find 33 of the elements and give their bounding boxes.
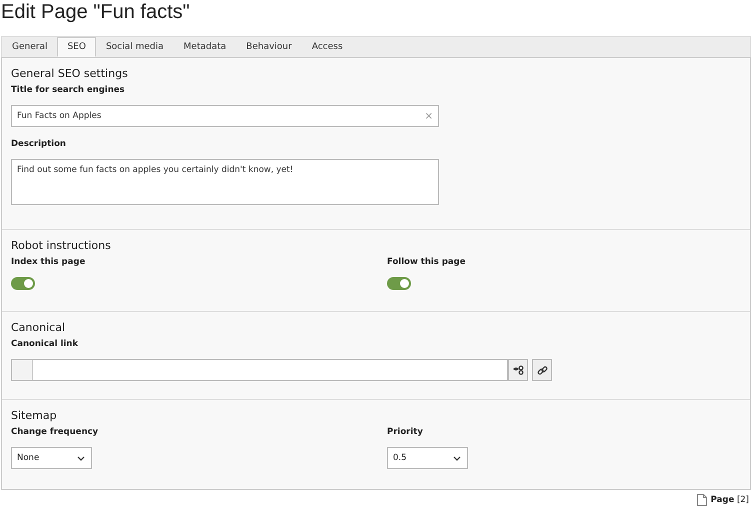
page-icon	[696, 494, 707, 506]
tab[interactable]: SEO	[57, 37, 96, 57]
dropdown[interactable]: None	[11, 447, 92, 469]
field-label: Canonical link	[11, 339, 78, 350]
chevron-down-icon	[453, 456, 461, 460]
eye-link-icon	[512, 364, 524, 376]
field-label: Change frequency	[11, 427, 98, 438]
toggle-switch[interactable]	[387, 277, 411, 290]
input-field[interactable]	[11, 359, 508, 381]
field-label: Index this page	[11, 257, 86, 268]
link-browser-button[interactable]	[508, 359, 528, 381]
toggle-switch[interactable]	[11, 277, 35, 290]
link-icon	[536, 364, 548, 376]
link-button[interactable]	[532, 359, 552, 381]
dropdown[interactable]: 0.5	[387, 447, 468, 469]
field-label: Description	[11, 139, 66, 150]
chevron-down-icon	[77, 456, 85, 460]
record-info: Page [2]	[710, 495, 749, 505]
section-title: Robot instructions	[11, 239, 112, 253]
tab[interactable]: Behaviour	[236, 37, 302, 57]
field-label: Priority	[387, 427, 423, 438]
section-title: Sitemap	[11, 409, 58, 423]
section-title: General SEO settings	[11, 67, 129, 81]
tab[interactable]: Social media	[96, 37, 174, 57]
field-label: Follow this page	[387, 257, 466, 268]
page-title: Edit Page "Fun facts"	[0, 0, 191, 25]
section-title: Canonical	[11, 321, 66, 335]
tab[interactable]: Access	[302, 37, 353, 57]
tab[interactable]: General	[2, 37, 58, 57]
field-label: Title for search engines	[11, 85, 125, 96]
tab[interactable]: Metadata	[174, 37, 236, 57]
text-area[interactable]: Find out some fun facts on apples you certainly didn't know, yet!	[11, 159, 439, 205]
input-field[interactable]: Fun Facts on Apples ×	[11, 105, 439, 127]
